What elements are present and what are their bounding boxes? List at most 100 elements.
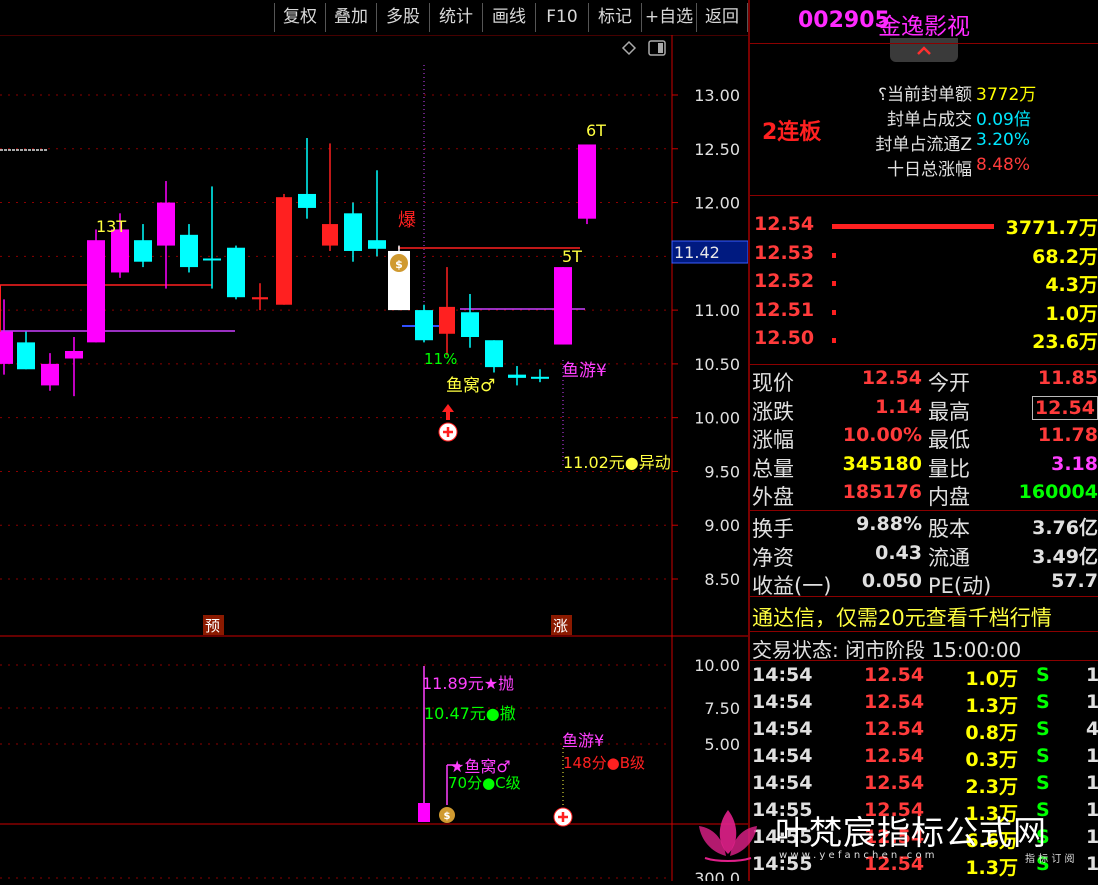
annotation-yidong: 11.02元●异动: [563, 453, 671, 472]
trade-price: 12.54: [864, 718, 925, 740]
annotation-b-level: 148分●B级: [563, 754, 645, 772]
kline-chart[interactable]: 13.0012.5012.0011.5011.0010.5010.009.509…: [0, 0, 749, 885]
stats-button[interactable]: 统计: [429, 3, 482, 32]
lotus-logo-icon: [699, 810, 757, 862]
trade-time: 14:54: [752, 772, 813, 794]
quote-value: 12.54: [861, 367, 922, 389]
draw-line-button[interactable]: 画线: [482, 3, 535, 32]
seal-value: 3772万: [976, 85, 1037, 105]
f10-button[interactable]: F10: [535, 3, 588, 32]
bid-volume-bar: [832, 224, 994, 229]
trade-row[interactable]: 14:54 12.54 1.3万 S 1: [750, 691, 1098, 717]
quote-value: 11.85: [1037, 367, 1098, 389]
watermark-text: 叶梵宸指标公式网: [775, 813, 1047, 852]
candle-body: [368, 240, 386, 249]
bid-price: 12.54: [754, 213, 815, 235]
trade-row[interactable]: 14:54 12.54 0.3万 S 1: [750, 745, 1098, 771]
rise-label: 涨: [553, 617, 568, 635]
seal-value: 0.09倍: [976, 110, 1031, 130]
trade-volume: 1.3万: [965, 695, 1018, 717]
trade-volume: 0.8万: [965, 722, 1018, 744]
trade-count: 4: [1086, 718, 1098, 740]
fund-value: 3.49亿: [1032, 545, 1098, 568]
quote-label: 涨幅: [752, 428, 794, 452]
seal-label: ⸮当前封单额: [877, 85, 972, 105]
candle-body: [87, 240, 105, 343]
add-watchlist-button[interactable]: +自选: [641, 3, 696, 32]
seal-value: 8.48%: [976, 155, 1031, 175]
trade-side: S: [1036, 664, 1050, 686]
annotation-che: 10.47元●撤: [424, 704, 516, 723]
stock-code: 002905: [798, 8, 890, 33]
candle-body: [157, 202, 175, 246]
seal-label: 封单占流通Z: [875, 135, 972, 155]
quote-value: 1.14: [875, 395, 922, 418]
candle-body: [276, 197, 292, 305]
quote-value: 345180: [842, 452, 922, 475]
promo-link[interactable]: 通达信，仅需20元查看千档行情: [752, 602, 1052, 632]
quote-label: 最高: [928, 399, 970, 424]
trade-side: S: [1036, 691, 1050, 713]
candle-body: [227, 247, 245, 298]
mark-button[interactable]: 标记: [588, 3, 641, 32]
quote-value: 3.18: [1051, 452, 1098, 475]
trade-row[interactable]: 14:54 12.54 0.8万 S 4: [750, 718, 1098, 744]
bid-volume-bar: [832, 309, 836, 315]
candle-body: [322, 224, 338, 246]
trade-time: 14:54: [752, 718, 813, 740]
candle-body: [298, 193, 316, 208]
trade-count: 1: [1086, 691, 1098, 713]
diamond-icon[interactable]: [621, 40, 637, 56]
fund-label: 净资: [752, 545, 794, 570]
trade-price: 12.54: [864, 772, 925, 794]
money-bag-glyph: $: [395, 258, 403, 271]
candle-body: [180, 234, 198, 268]
quote-value: 12.54: [1031, 395, 1098, 420]
multi-stock-button[interactable]: 多股: [376, 3, 429, 32]
arrow-up-icon: [442, 404, 454, 420]
trade-count: 1: [1086, 772, 1098, 794]
price-tick-label: 9.00: [704, 516, 740, 535]
volume-tick-label: 5.00: [704, 735, 740, 754]
trade-time: 14:54: [752, 745, 813, 767]
annotation-yuyou-lower: 鱼游¥: [562, 731, 604, 750]
lianban-label: 2连板: [762, 120, 822, 145]
watermark: 叶梵宸指标公式网 w w w . y e f a n c h e n . c o…: [695, 800, 1098, 881]
back-button[interactable]: 返回: [696, 3, 748, 32]
annotation-5t: 5T: [562, 247, 582, 266]
trade-volume: 2.3万: [965, 776, 1018, 798]
fund-value: 0.050: [861, 570, 922, 592]
overlay-button[interactable]: 叠加: [325, 3, 376, 32]
trade-volume: 0.3万: [965, 749, 1018, 771]
collapse-button[interactable]: [890, 38, 958, 62]
bid-price: 12.53: [754, 241, 815, 264]
bid-volume-bar: [832, 338, 836, 343]
seal-label: 封单占成交: [887, 110, 972, 130]
price-tick-label: 9.50: [704, 462, 740, 481]
annotation-yuyou: 鱼游¥: [562, 361, 607, 381]
fuquan-button[interactable]: 复权: [274, 3, 325, 32]
fund-label: 股本: [928, 517, 970, 541]
kline-svg[interactable]: 13.0012.5012.0011.5011.0010.5010.009.509…: [0, 0, 749, 885]
trade-price: 12.54: [864, 745, 925, 767]
candle-body: [531, 376, 549, 379]
trade-side: S: [1036, 718, 1050, 740]
trade-side: S: [1036, 772, 1050, 794]
candle-body: [252, 297, 268, 300]
trade-side: S: [1036, 745, 1050, 767]
quote-value: 160004: [1018, 481, 1098, 503]
candle-body: [0, 331, 13, 364]
seal-value: 3.20%: [976, 130, 1031, 150]
trade-row[interactable]: 14:54 12.54 1.0万 S 1: [750, 664, 1098, 690]
money-bag-glyph: $: [444, 811, 451, 822]
quote-label: 内盘: [928, 485, 970, 509]
trade-row[interactable]: 14:54 12.54 2.3万 S 1: [750, 772, 1098, 798]
fund-value: 57.7: [1051, 570, 1098, 592]
quote-label: 外盘: [752, 485, 794, 509]
candle-body: [134, 240, 152, 262]
bid-price: 12.51: [754, 298, 815, 321]
price-tick-label: 12.00: [694, 194, 740, 213]
watermark-sub: 指 标 订 阅: [1025, 854, 1075, 865]
pre-label: 预: [205, 617, 220, 635]
price-tick-label: 12.50: [694, 140, 740, 159]
